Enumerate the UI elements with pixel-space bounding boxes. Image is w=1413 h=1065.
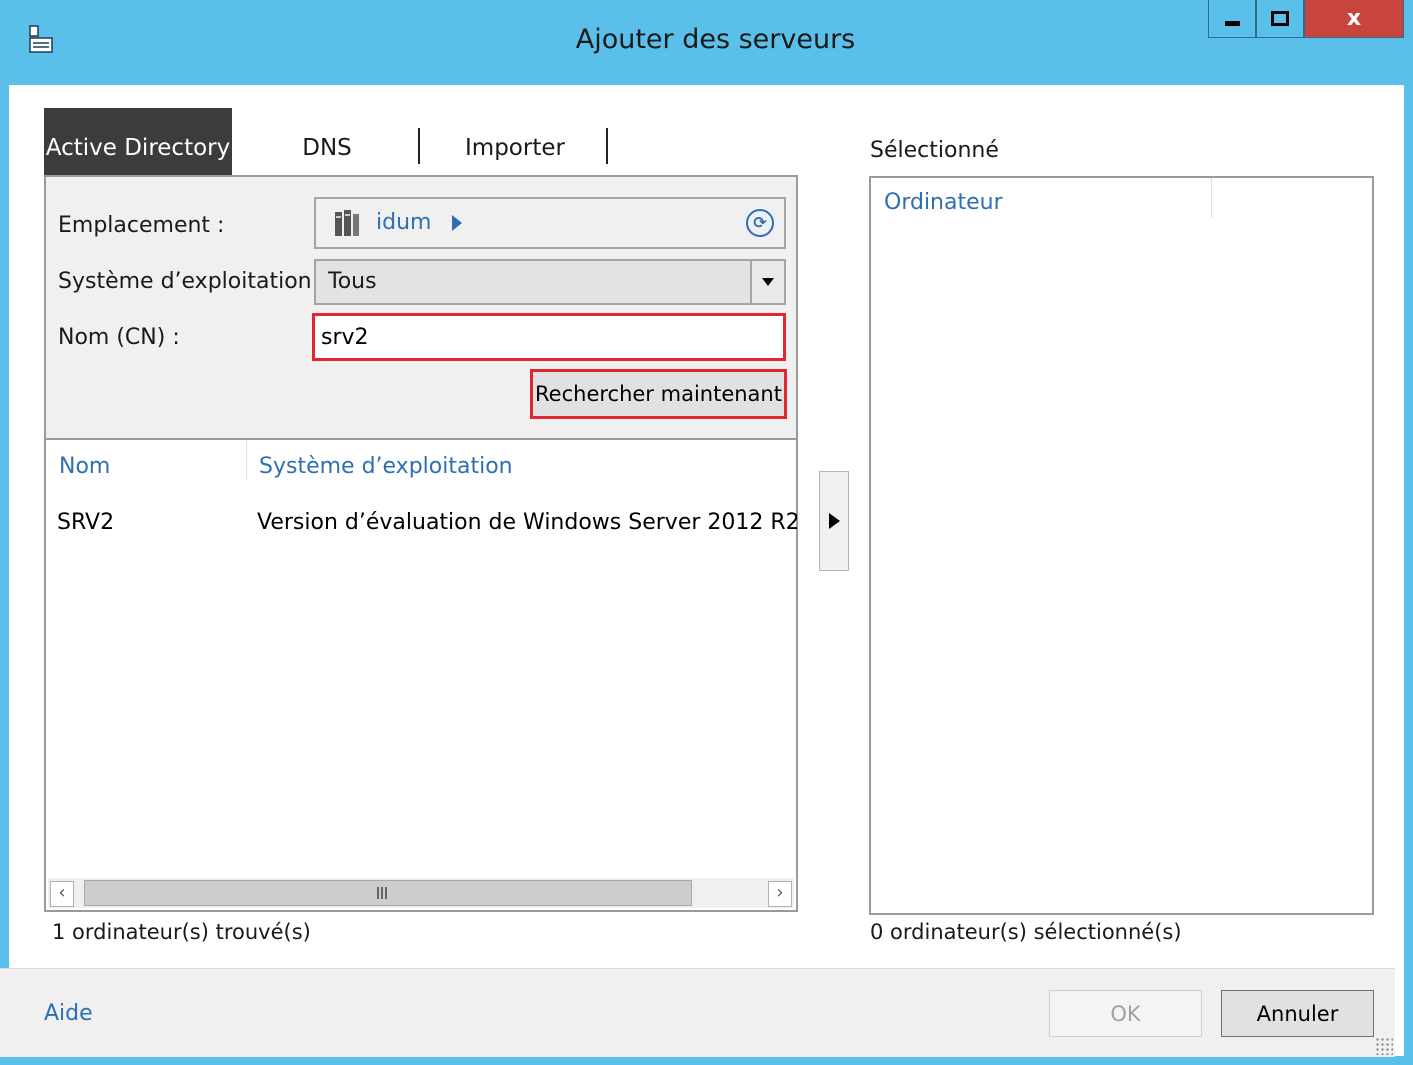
cancel-button[interactable]: Annuler bbox=[1221, 990, 1374, 1037]
column-header-os[interactable]: Système d’exploitation bbox=[259, 454, 513, 479]
row-os: Version d’évaluation de Windows Server 2… bbox=[257, 510, 797, 535]
results-list: Nom Système d’exploitation SRV2 Version … bbox=[44, 438, 798, 912]
dialog-footer: Aide OK Annuler bbox=[0, 968, 1395, 1057]
ok-button[interactable]: OK bbox=[1049, 990, 1202, 1037]
column-divider[interactable] bbox=[246, 440, 247, 480]
selected-header: Sélectionné bbox=[870, 138, 999, 163]
tab-divider bbox=[606, 128, 608, 164]
selected-count: 0 ordinateur(s) sélectionné(s) bbox=[870, 920, 1182, 944]
title-bar[interactable]: Ajouter des serveurs bbox=[9, 0, 1404, 85]
resize-grip-icon[interactable] bbox=[1375, 1037, 1393, 1055]
grip-icon bbox=[377, 887, 387, 899]
minimize-icon bbox=[1224, 21, 1240, 26]
name-label: Nom (CN) : bbox=[58, 325, 180, 350]
found-count: 1 ordinateur(s) trouvé(s) bbox=[52, 920, 311, 944]
maximize-button[interactable] bbox=[1256, 0, 1304, 38]
search-now-button[interactable]: Rechercher maintenant bbox=[530, 369, 787, 419]
add-to-selection-button[interactable] bbox=[819, 471, 849, 571]
location-value[interactable]: idum bbox=[376, 210, 431, 235]
tab-active-directory[interactable]: Active Directory bbox=[44, 108, 232, 175]
os-selected-value: Tous bbox=[328, 269, 377, 294]
os-dropdown[interactable]: Tous bbox=[314, 259, 786, 305]
os-label: Système d’exploitation : bbox=[58, 269, 326, 294]
close-button[interactable]: x bbox=[1304, 0, 1404, 38]
column-header-name[interactable]: Nom bbox=[59, 454, 110, 479]
scroll-right-icon[interactable]: › bbox=[768, 881, 792, 907]
minimize-button[interactable] bbox=[1208, 0, 1256, 38]
tab-dns[interactable]: DNS bbox=[272, 130, 382, 166]
scroll-left-icon[interactable]: ‹ bbox=[50, 881, 74, 907]
horizontal-scrollbar[interactable]: ‹ › bbox=[48, 878, 794, 908]
column-divider[interactable] bbox=[1211, 178, 1212, 218]
help-link[interactable]: Aide bbox=[44, 1001, 93, 1026]
scroll-thumb[interactable] bbox=[84, 880, 692, 906]
name-cn-input[interactable] bbox=[312, 313, 786, 361]
tab-divider bbox=[418, 128, 420, 164]
location-selector[interactable]: idum ⟳ bbox=[314, 197, 786, 249]
selected-list: Ordinateur bbox=[869, 176, 1374, 915]
location-label: Emplacement : bbox=[58, 213, 225, 238]
row-name: SRV2 bbox=[57, 510, 115, 535]
close-icon: x bbox=[1346, 6, 1362, 31]
chevron-down-icon[interactable] bbox=[750, 261, 784, 303]
refresh-icon[interactable]: ⟳ bbox=[746, 209, 774, 237]
tab-importer[interactable]: Importer bbox=[440, 130, 590, 166]
window-title: Ajouter des serveurs bbox=[575, 24, 856, 55]
server-rack-icon bbox=[335, 210, 359, 236]
maximize-icon bbox=[1271, 11, 1289, 26]
column-header-computer[interactable]: Ordinateur bbox=[884, 190, 1003, 215]
breadcrumb-arrow-icon[interactable] bbox=[452, 215, 462, 231]
